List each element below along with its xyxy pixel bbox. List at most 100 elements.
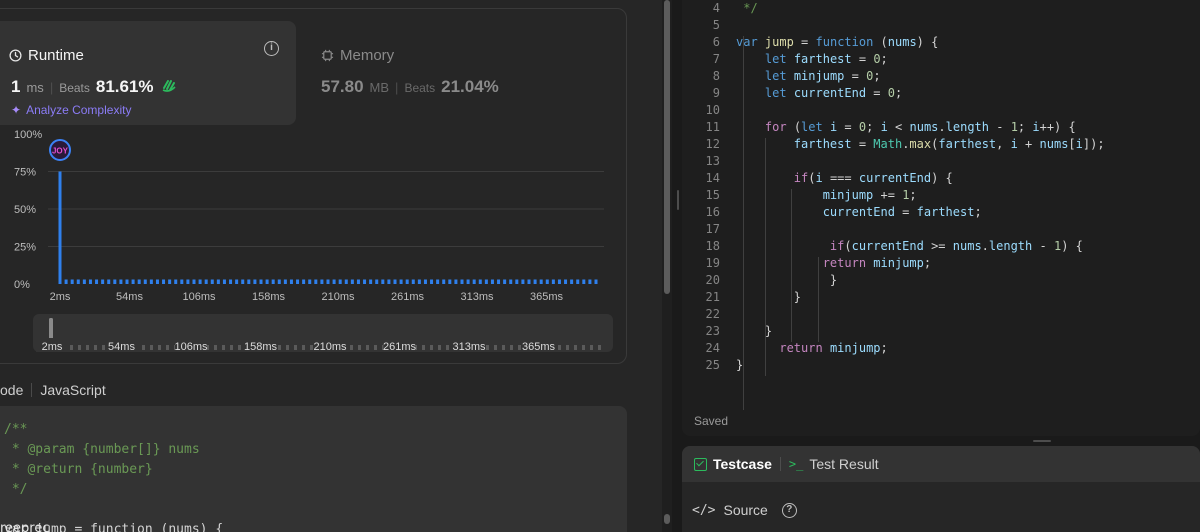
indent-guide bbox=[743, 36, 744, 410]
chart-bar bbox=[247, 279, 251, 284]
chart-bar bbox=[174, 279, 178, 284]
chart-bar bbox=[539, 279, 543, 284]
minimap-bar bbox=[422, 345, 425, 350]
line-code: let minjump = 0; bbox=[764, 69, 881, 83]
editor-line[interactable]: 15 minjump += 1; bbox=[682, 187, 1200, 204]
editor-line[interactable]: 7 let farthest = 0; bbox=[682, 51, 1200, 68]
editor-line[interactable]: 19 return minjump; bbox=[682, 255, 1200, 272]
chart-bar bbox=[82, 279, 86, 284]
overlay-text: reeprec bbox=[0, 521, 50, 532]
editor-line[interactable]: 18 if(currentEnd >= nums.length - 1) { bbox=[682, 238, 1200, 255]
line-number: 14 bbox=[705, 171, 720, 185]
line-number: 21 bbox=[705, 290, 720, 304]
chart-bar bbox=[430, 279, 434, 284]
chart-bar bbox=[344, 279, 348, 284]
editor-line[interactable]: 9 let currentEnd = 0; bbox=[682, 85, 1200, 102]
line-number: 5 bbox=[712, 18, 720, 32]
chart-bar bbox=[259, 279, 263, 284]
tab-test-result-label: Test Result bbox=[809, 456, 879, 472]
source-label: Source bbox=[723, 502, 768, 518]
editor-line[interactable]: 21 } bbox=[682, 289, 1200, 306]
chart-bar bbox=[497, 279, 501, 284]
save-status: Saved bbox=[694, 414, 729, 428]
editor-line[interactable]: 20 } bbox=[682, 272, 1200, 289]
minimap-bar bbox=[70, 345, 73, 350]
minimap-bar bbox=[302, 345, 305, 350]
chart-bar bbox=[253, 279, 257, 284]
line-number: 8 bbox=[712, 69, 720, 83]
y-tick-label: 50% bbox=[14, 204, 36, 216]
editor-line[interactable]: 4 */ bbox=[682, 0, 1200, 17]
chart-bar bbox=[76, 279, 80, 284]
minimap-bar bbox=[366, 345, 369, 350]
chart-bar bbox=[95, 279, 99, 284]
line-number: 9 bbox=[712, 86, 720, 100]
minimap-bar bbox=[350, 345, 353, 350]
chart-bar bbox=[557, 279, 561, 284]
submission-panel: Runtime i 1 ms | Beats 81.61% ✦ Analyze … bbox=[0, 0, 662, 532]
scrollbar-thumb-bottom[interactable] bbox=[664, 514, 670, 524]
chart-bar bbox=[356, 279, 360, 284]
chart-bar bbox=[436, 279, 440, 284]
line-number: 7 bbox=[712, 52, 720, 66]
editor-split-handle[interactable] bbox=[682, 436, 1200, 446]
source-button[interactable]: </> Source ? bbox=[692, 502, 797, 518]
editor-line[interactable]: 5 bbox=[682, 17, 1200, 34]
chart-bar bbox=[70, 279, 74, 284]
editor-line[interactable]: 6 var jump = function (nums) { bbox=[682, 34, 1200, 51]
editor-line[interactable]: 13 bbox=[682, 153, 1200, 170]
chart-bar bbox=[131, 279, 135, 284]
line-code: */ bbox=[736, 1, 758, 15]
editor-line[interactable]: 11 for (let i = 0; i < nums.length - 1; … bbox=[682, 119, 1200, 136]
chart-bar bbox=[302, 279, 306, 284]
editor-line[interactable]: 8 let minjump = 0; bbox=[682, 68, 1200, 85]
chart-bar bbox=[198, 279, 202, 284]
minimap-bar bbox=[158, 345, 161, 350]
chart-bar bbox=[229, 279, 233, 284]
chart-bar bbox=[545, 279, 549, 284]
scrollbar-thumb[interactable] bbox=[664, 0, 670, 294]
editor-line[interactable]: 17 bbox=[682, 221, 1200, 238]
chart-bar bbox=[289, 279, 293, 284]
editor-line[interactable]: 22 bbox=[682, 306, 1200, 323]
chart-bar bbox=[143, 279, 147, 284]
code-editor[interactable]: Saved 4 */5 6 var jump = function (nums) {… bbox=[682, 0, 1200, 436]
chart-bar bbox=[204, 279, 208, 284]
minimap-bar bbox=[574, 345, 577, 350]
editor-line[interactable]: 12 farthest = Math.max(farthest, i + num… bbox=[682, 136, 1200, 153]
line-code: var jump = function (nums) { bbox=[736, 35, 939, 49]
minimap-tick-label: 158ms bbox=[244, 341, 278, 353]
editor-line[interactable]: 14 if(i === currentEnd) { bbox=[682, 170, 1200, 187]
editor-line[interactable]: 23 } bbox=[682, 323, 1200, 340]
minimap-bar bbox=[294, 345, 297, 350]
chart-bar bbox=[222, 279, 226, 284]
editor-line[interactable]: 10 bbox=[682, 102, 1200, 119]
line-code: farthest = Math.max(farthest, i + nums[i… bbox=[793, 137, 1105, 151]
minimap-tick-label: 261ms bbox=[383, 341, 417, 353]
x-tick-label: 313ms bbox=[460, 291, 494, 303]
tab-testcase-label: Testcase bbox=[713, 456, 772, 472]
tab-testcase[interactable]: Testcase bbox=[694, 456, 772, 472]
chart-bar bbox=[216, 279, 220, 284]
chart-bar bbox=[308, 279, 312, 284]
panel-resize-handle[interactable] bbox=[672, 0, 682, 532]
editor-line[interactable]: 24 return minjump; bbox=[682, 340, 1200, 357]
panel-tabs: Testcase >_ Test Result bbox=[682, 446, 1200, 482]
code-text: /** * @param {number[]} nums * @return {… bbox=[4, 420, 223, 532]
chart-bar bbox=[527, 279, 531, 284]
chart-bar bbox=[314, 279, 318, 284]
minimap-bar bbox=[590, 345, 593, 350]
help-icon[interactable]: ? bbox=[781, 502, 797, 518]
chart-bar bbox=[350, 279, 354, 284]
indent-guide bbox=[765, 138, 766, 376]
editor-line[interactable]: 25} bbox=[682, 357, 1200, 374]
tab-test-result[interactable]: >_ Test Result bbox=[789, 456, 879, 472]
chart-bar bbox=[381, 279, 385, 284]
line-code: for (let i = 0; i < nums.length - 1; i++… bbox=[764, 120, 1076, 134]
chart-bar bbox=[125, 279, 129, 284]
chart-bar bbox=[478, 279, 482, 284]
editor-line[interactable]: 16 currentEnd = farthest; bbox=[682, 204, 1200, 221]
minimap-bar bbox=[486, 345, 489, 350]
runtime-distribution-chart[interactable]: 100% 75% 50% 25% 0% 2ms 54ms 106ms 158ms 210ms 261… bbox=[0, 0, 662, 364]
indent-guide bbox=[791, 189, 792, 342]
